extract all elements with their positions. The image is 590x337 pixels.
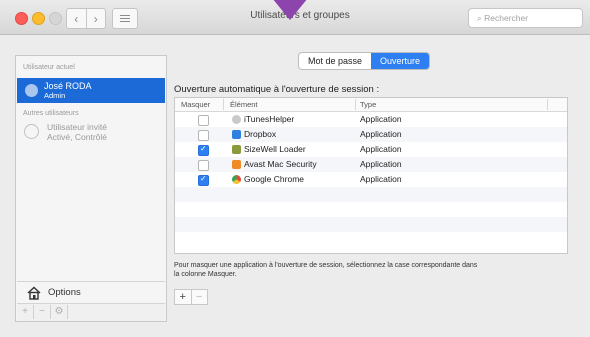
- dropbox-icon: [232, 130, 241, 139]
- app-name: Avast Mac Security: [244, 159, 317, 169]
- guest-user-status: Activé, Contrôlé: [47, 132, 107, 142]
- login-items-table: Masquer Élément Type iTunesHelper Applic…: [174, 97, 568, 254]
- hide-checkbox[interactable]: [198, 144, 209, 156]
- app-type: Application: [360, 114, 402, 124]
- add-login-item-button[interactable]: +: [175, 290, 191, 304]
- column-divider: [355, 99, 356, 110]
- table-row[interactable]: iTunesHelper Application: [175, 112, 567, 127]
- show-all-button[interactable]: [112, 8, 138, 29]
- table-row[interactable]: Dropbox Application: [175, 127, 567, 142]
- gear-icon[interactable]: ⚙: [51, 305, 68, 319]
- avast-icon: [232, 160, 241, 169]
- sizewell-icon: [232, 145, 241, 154]
- empty-row: [175, 187, 567, 202]
- itunes-icon: [232, 115, 241, 124]
- column-divider: [223, 99, 224, 110]
- app-type: Application: [360, 174, 402, 184]
- app-name: iTunesHelper: [244, 114, 295, 124]
- app-type: Application: [360, 159, 402, 169]
- tab-password[interactable]: Mot de passe: [299, 53, 371, 69]
- forward-icon[interactable]: ›: [87, 9, 106, 28]
- tab-login-items[interactable]: Ouverture: [371, 53, 430, 69]
- current-user-name: José RODA: [44, 81, 92, 91]
- column-header-item[interactable]: Élément: [230, 100, 258, 109]
- remove-user-button[interactable]: −: [34, 305, 51, 319]
- add-remove-control: + −: [174, 289, 208, 305]
- empty-row: [175, 202, 567, 217]
- users-sidebar: Utilisateur actuel José RODA Admin Autre…: [15, 55, 167, 322]
- app-name: Dropbox: [244, 129, 277, 139]
- login-items-title: Ouverture automatique à l'ouverture de s…: [174, 84, 380, 95]
- options-label: Options: [48, 287, 81, 298]
- table-row[interactable]: SizeWell Loader Application: [175, 142, 567, 157]
- guest-user-name: Utilisateur invité: [47, 122, 107, 132]
- app-type: Application: [360, 144, 402, 154]
- column-divider: [547, 99, 548, 110]
- current-user-role: Admin: [44, 91, 66, 100]
- login-options-button[interactable]: Options: [17, 281, 165, 304]
- app-name: SizeWell Loader: [244, 144, 306, 154]
- pointer-arrow-icon: [272, 0, 308, 20]
- current-user-header: Utilisateur actuel: [23, 64, 75, 71]
- table-row[interactable]: Avast Mac Security Application: [175, 157, 567, 172]
- column-header-hide[interactable]: Masquer: [181, 100, 210, 109]
- column-header-type[interactable]: Type: [360, 100, 376, 109]
- add-user-button[interactable]: +: [17, 305, 34, 319]
- table-row[interactable]: Google Chrome Application: [175, 172, 567, 187]
- sidebar-item-current-user[interactable]: José RODA Admin: [17, 78, 165, 103]
- back-icon[interactable]: ‹: [67, 9, 87, 28]
- system-preferences-window: ‹ › Utilisateurs et groupes ⌕ Rechercher…: [0, 0, 590, 337]
- back-forward-buttons: ‹ ›: [66, 8, 106, 29]
- close-button[interactable]: [15, 12, 28, 25]
- table-header: Masquer Élément Type: [175, 98, 567, 112]
- search-placeholder: Rechercher: [484, 13, 529, 23]
- app-name: Google Chrome: [244, 174, 305, 184]
- app-type: Application: [360, 129, 402, 139]
- other-users-header: Autres utilisateurs: [23, 110, 79, 117]
- empty-row: [175, 217, 567, 232]
- tab-bar: Mot de passe Ouverture: [298, 52, 431, 70]
- title-bar: ‹ › Utilisateurs et groupes ⌕ Rechercher: [0, 0, 590, 35]
- hide-checkbox[interactable]: [198, 174, 209, 186]
- search-field[interactable]: ⌕ Rechercher: [468, 8, 583, 28]
- help-text: Pour masquer une application à l'ouvertu…: [174, 262, 478, 278]
- zoom-button[interactable]: [49, 12, 62, 25]
- sidebar-toolbar: + − ⚙: [17, 303, 165, 321]
- remove-login-item-button[interactable]: −: [190, 290, 208, 304]
- minimize-button[interactable]: [32, 12, 45, 25]
- hide-checkbox[interactable]: [198, 160, 209, 171]
- grid-icon: [120, 14, 130, 23]
- hide-checkbox[interactable]: [198, 115, 209, 126]
- home-icon: [27, 286, 41, 300]
- guest-avatar-icon: [24, 124, 39, 139]
- empty-row: [175, 232, 567, 247]
- hide-checkbox[interactable]: [198, 130, 209, 141]
- chrome-icon: [232, 175, 241, 184]
- avatar: [25, 84, 38, 97]
